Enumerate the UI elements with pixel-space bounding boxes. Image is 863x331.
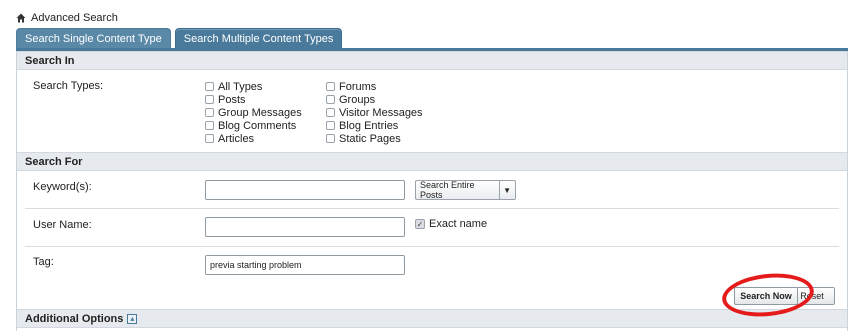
exact-name-checkbox[interactable]: ✓ [415,219,425,229]
checkbox-row[interactable]: All Types [205,80,302,93]
row-divider [25,246,839,247]
search-tabs: Search Single Content Type Search Multip… [16,28,343,48]
search-types-col1: All Types Posts Group Messages Blog Comm… [205,80,302,145]
checkbox[interactable] [205,82,214,91]
checkbox-row[interactable]: Static Pages [326,132,423,145]
tag-input[interactable] [205,255,405,275]
checkbox-label: Static Pages [339,132,401,145]
home-icon[interactable] [16,13,26,23]
tag-label: Tag: [33,256,54,268]
chevron-down-icon: ▼ [499,181,511,199]
checkbox[interactable] [205,95,214,104]
checkbox-label: Articles [218,132,255,145]
checkbox-row[interactable]: Articles [205,132,302,145]
checkbox-label: Groups [339,93,376,106]
checkbox-label: Blog Comments [218,119,297,132]
exact-name-label: Exact name [429,218,488,230]
checkbox[interactable] [326,134,335,143]
checkbox-row[interactable]: Blog Entries [326,119,423,132]
search-types-label: Search Types: [33,80,104,92]
search-scope-select[interactable]: Search Entire Posts ▼ [415,180,516,200]
search-in-heading: Search In [17,51,847,70]
checkbox-row[interactable]: Posts [205,93,302,106]
checkbox[interactable] [326,82,335,91]
search-for-heading: Search For [17,152,847,171]
checkbox-label: Visitor Messages [339,106,423,119]
row-divider [25,208,839,209]
checkbox-label: Forums [339,80,377,93]
exact-name-option[interactable]: ✓ Exact name [415,218,487,230]
checkbox-row[interactable]: Blog Comments [205,119,302,132]
breadcrumb: Advanced Search [16,12,118,24]
tab-multiple-content-types[interactable]: Search Multiple Content Types [174,28,343,48]
checkbox-label: All Types [218,80,263,93]
checkbox-label: Posts [218,93,246,106]
keywords-label: Keyword(s): [33,181,92,193]
keywords-input[interactable] [205,180,405,200]
checkbox-row[interactable]: Groups [326,93,423,106]
checkbox[interactable] [326,121,335,130]
search-types-col2: Forums Groups Visitor Messages Blog Entr… [326,80,423,145]
checkbox[interactable] [205,121,214,130]
search-scope-value: Search Entire Posts [420,180,475,200]
checkbox[interactable] [326,95,335,104]
tab-single-content-type[interactable]: Search Single Content Type [16,28,171,48]
additional-options-heading: Additional Options ▴ [17,309,847,328]
checkbox-row[interactable]: Visitor Messages [326,106,423,119]
breadcrumb-label: Advanced Search [31,12,118,24]
checkbox[interactable] [326,108,335,117]
checkbox[interactable] [205,108,214,117]
checkbox-row[interactable]: Forums [326,80,423,93]
checkbox-label: Blog Entries [339,119,399,132]
expand-icon[interactable]: ▴ [127,313,138,324]
checkbox-row[interactable]: Group Messages [205,106,302,119]
checkbox[interactable] [205,134,214,143]
username-input[interactable] [205,217,405,237]
search-now-button[interactable]: Search Now [734,287,798,305]
search-panel: Search In Search Types: All Types Posts … [16,51,848,331]
username-label: User Name: [33,219,92,231]
additional-options-label: Additional Options [25,312,124,325]
checkbox-label: Group Messages [218,106,302,119]
